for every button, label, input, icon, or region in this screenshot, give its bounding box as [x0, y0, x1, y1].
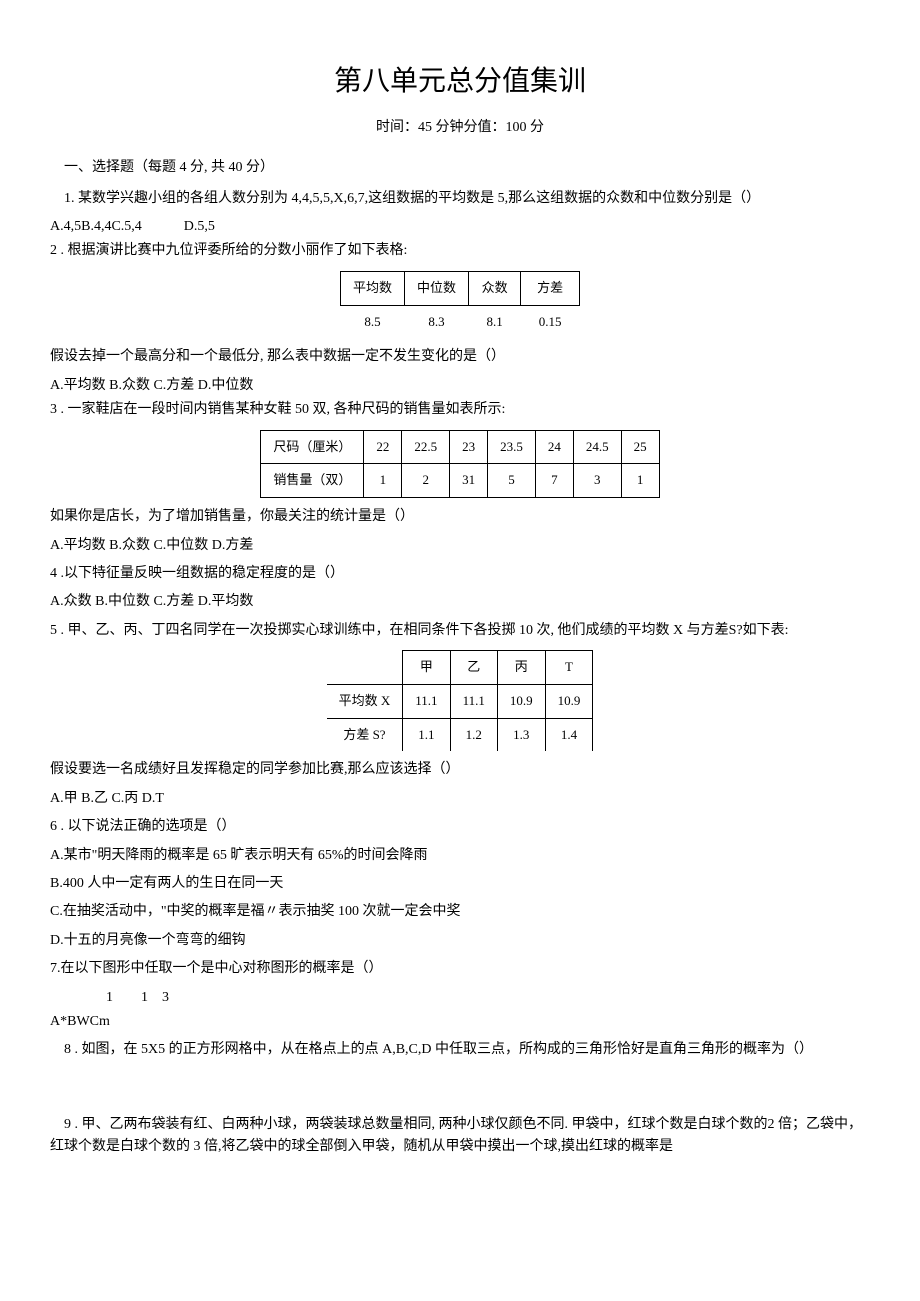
q5-th-0	[327, 651, 403, 685]
q3-r1-5: 24.5	[573, 430, 621, 464]
q3-r1-0: 22	[364, 430, 402, 464]
q2-r-3: 0.15	[521, 305, 580, 338]
q4-text: 4 .以下特征量反映一组数据的稳定程度的是（）	[50, 563, 870, 585]
q6-text: 6 . 以下说法正确的选项是（）	[50, 816, 870, 838]
q3-r1-6: 25	[621, 430, 659, 464]
q3-r2-5: 3	[573, 464, 621, 498]
q2-r-1: 8.3	[405, 305, 469, 338]
q2-options: A.平均数 B.众数 C.方差 D.中位数	[50, 375, 870, 397]
q5-r1-2: 10.9	[497, 684, 545, 718]
q5-r1-1: 11.1	[450, 684, 497, 718]
q5-th-1: 甲	[403, 651, 450, 685]
q5-r1-0: 11.1	[403, 684, 450, 718]
q2-r-0: 8.5	[340, 305, 404, 338]
q3-table: 尺码（厘米） 22 22.5 23 23.5 24 24.5 25 销售量（双）…	[260, 430, 659, 499]
q3-r1-2: 23	[450, 430, 488, 464]
q5-r2-3: 1.4	[545, 718, 593, 751]
q3-r2-0: 1	[364, 464, 402, 498]
q2-after: 假设去掉一个最高分和一个最低分, 那么表中数据一定不发生变化的是（）	[50, 346, 870, 368]
q3-r2-4: 7	[535, 464, 573, 498]
q2-r-2: 8.1	[469, 305, 521, 338]
q4-options: A.众数 B.中位数 C.方差 D.平均数	[50, 591, 870, 613]
q2-th-2: 众数	[469, 271, 521, 305]
q5-th-4: T	[545, 651, 593, 685]
q3-r2-2: 31	[450, 464, 488, 498]
q3-r1-1: 22.5	[402, 430, 450, 464]
q2-text: 2 . 根据演讲比赛中九位评委所给的分数小丽作了如下表格:	[50, 240, 870, 262]
q5-r1h: 平均数 X	[327, 684, 403, 718]
q7-options: A*BWCm	[50, 1011, 870, 1033]
q5-text: 5 . 甲、乙、丙、丁四名同学在一次投掷实心球训练中，在相同条件下各投掷 10 …	[50, 620, 870, 642]
q7-frac: 1 1 3	[50, 987, 870, 1009]
q2-th-3: 方差	[521, 271, 580, 305]
q5-options: A.甲 B.乙 C.丙 D.T	[50, 788, 870, 810]
q1-options: A.4,5B.4,4C.5,4 D.5,5	[50, 216, 870, 238]
q3-h1: 尺码（厘米）	[261, 430, 364, 464]
q5-r1-3: 10.9	[545, 684, 593, 718]
q9-text: 9 . 甲、乙两布袋装有红、白两种小球，两袋装球总数量相同, 两种小球仅颜色不同…	[50, 1114, 870, 1159]
q5-th-3: 丙	[497, 651, 545, 685]
q6-c: C.在抽奖活动中，"中奖的概率是福〃表示抽奖 100 次就一定会中奖	[50, 901, 870, 923]
q5-r2-1: 1.2	[450, 718, 497, 751]
q2-th-0: 平均数	[340, 271, 404, 305]
q7-text: 7.在以下图形中任取一个是中心对称图形的概率是（）	[50, 958, 870, 980]
q3-r1-3: 23.5	[488, 430, 536, 464]
page-title: 第八单元总分值集训	[50, 60, 870, 105]
q3-r1-4: 24	[535, 430, 573, 464]
q3-r2-6: 1	[621, 464, 659, 498]
q5-table: 甲 乙 丙 T 平均数 X 11.1 11.1 10.9 10.9 方差 S? …	[327, 650, 594, 751]
q3-r2-1: 2	[402, 464, 450, 498]
subtitle: 时间：45 分钟分值：100 分	[50, 117, 870, 139]
q3-h2: 销售量（双）	[261, 464, 364, 498]
q3-options: A.平均数 B.众数 C.中位数 D.方差	[50, 535, 870, 557]
q3-text: 3 . 一家鞋店在一段时间内销售某种女鞋 50 双, 各种尺码的销售量如表所示:	[50, 399, 870, 421]
q5-r2-0: 1.1	[403, 718, 450, 751]
q6-b: B.400 人中一定有两人的生日在同一天	[50, 873, 870, 895]
section-1-header: 一、选择题（每题 4 分, 共 40 分）	[50, 157, 870, 179]
q5-r2h: 方差 S?	[327, 718, 403, 751]
q6-a: A.某市"明天降雨的概率是 65 旷表示明天有 65%的时间会降雨	[50, 845, 870, 867]
q2-th-1: 中位数	[405, 271, 469, 305]
q8-text: 8 . 如图，在 5X5 的正方形网格中，从在格点上的点 A,B,C,D 中任取…	[50, 1039, 870, 1061]
q5-th-2: 乙	[450, 651, 497, 685]
q1-text: 1. 某数学兴趣小组的各组人数分别为 4,4,5,5,X,6,7,这组数据的平均…	[50, 188, 870, 210]
q6-d: D.十五的月亮像一个弯弯的细钩	[50, 930, 870, 952]
q3-after: 如果你是店长，为了增加销售量，你最关注的统计量是（）	[50, 506, 870, 528]
q5-r2-2: 1.3	[497, 718, 545, 751]
q5-after: 假设要选一名成绩好且发挥稳定的同学参加比赛,那么应该选择（）	[50, 759, 870, 781]
q3-r2-3: 5	[488, 464, 536, 498]
q2-table: 平均数 中位数 众数 方差 8.5 8.3 8.1 0.15	[340, 271, 580, 339]
